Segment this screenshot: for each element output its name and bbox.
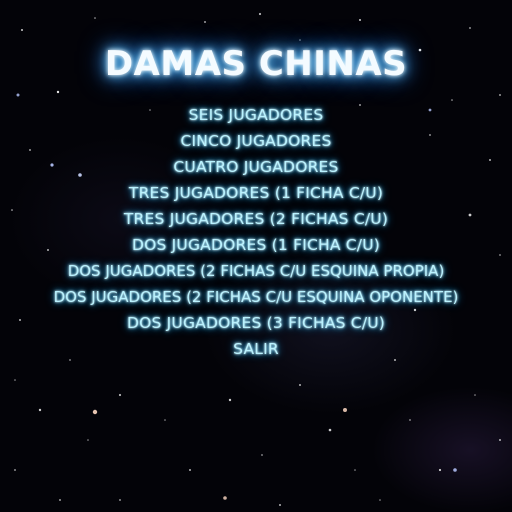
menu-item-exit[interactable]: SALIR (0, 336, 512, 362)
menu-item-two-players-1-piece[interactable]: DOS JUGADORES (1 FICHA C/U) (0, 232, 512, 258)
menu-item-two-players-2-pieces-opponent-corner[interactable]: DOS JUGADORES (2 FICHAS C/U ESQUINA OPON… (0, 284, 512, 310)
menu-item-two-players-2-pieces-own-corner[interactable]: DOS JUGADORES (2 FICHAS C/U ESQUINA PROP… (0, 258, 512, 284)
game-menu-screen: DAMAS CHINAS SEIS JUGADORES CINCO JUGADO… (0, 0, 512, 512)
menu-item-five-players[interactable]: CINCO JUGADORES (0, 128, 512, 154)
main-menu: SEIS JUGADORES CINCO JUGADORES CUATRO JU… (0, 102, 512, 362)
menu-item-three-players-2-pieces[interactable]: TRES JUGADORES (2 FICHAS C/U) (0, 206, 512, 232)
menu-item-three-players-1-piece[interactable]: TRES JUGADORES (1 FICHA C/U) (0, 180, 512, 206)
menu-item-six-players[interactable]: SEIS JUGADORES (0, 102, 512, 128)
game-title: DAMAS CHINAS (104, 44, 408, 84)
menu-item-four-players[interactable]: CUATRO JUGADORES (0, 154, 512, 180)
menu-item-two-players-3-pieces[interactable]: DOS JUGADORES (3 FICHAS C/U) (0, 310, 512, 336)
